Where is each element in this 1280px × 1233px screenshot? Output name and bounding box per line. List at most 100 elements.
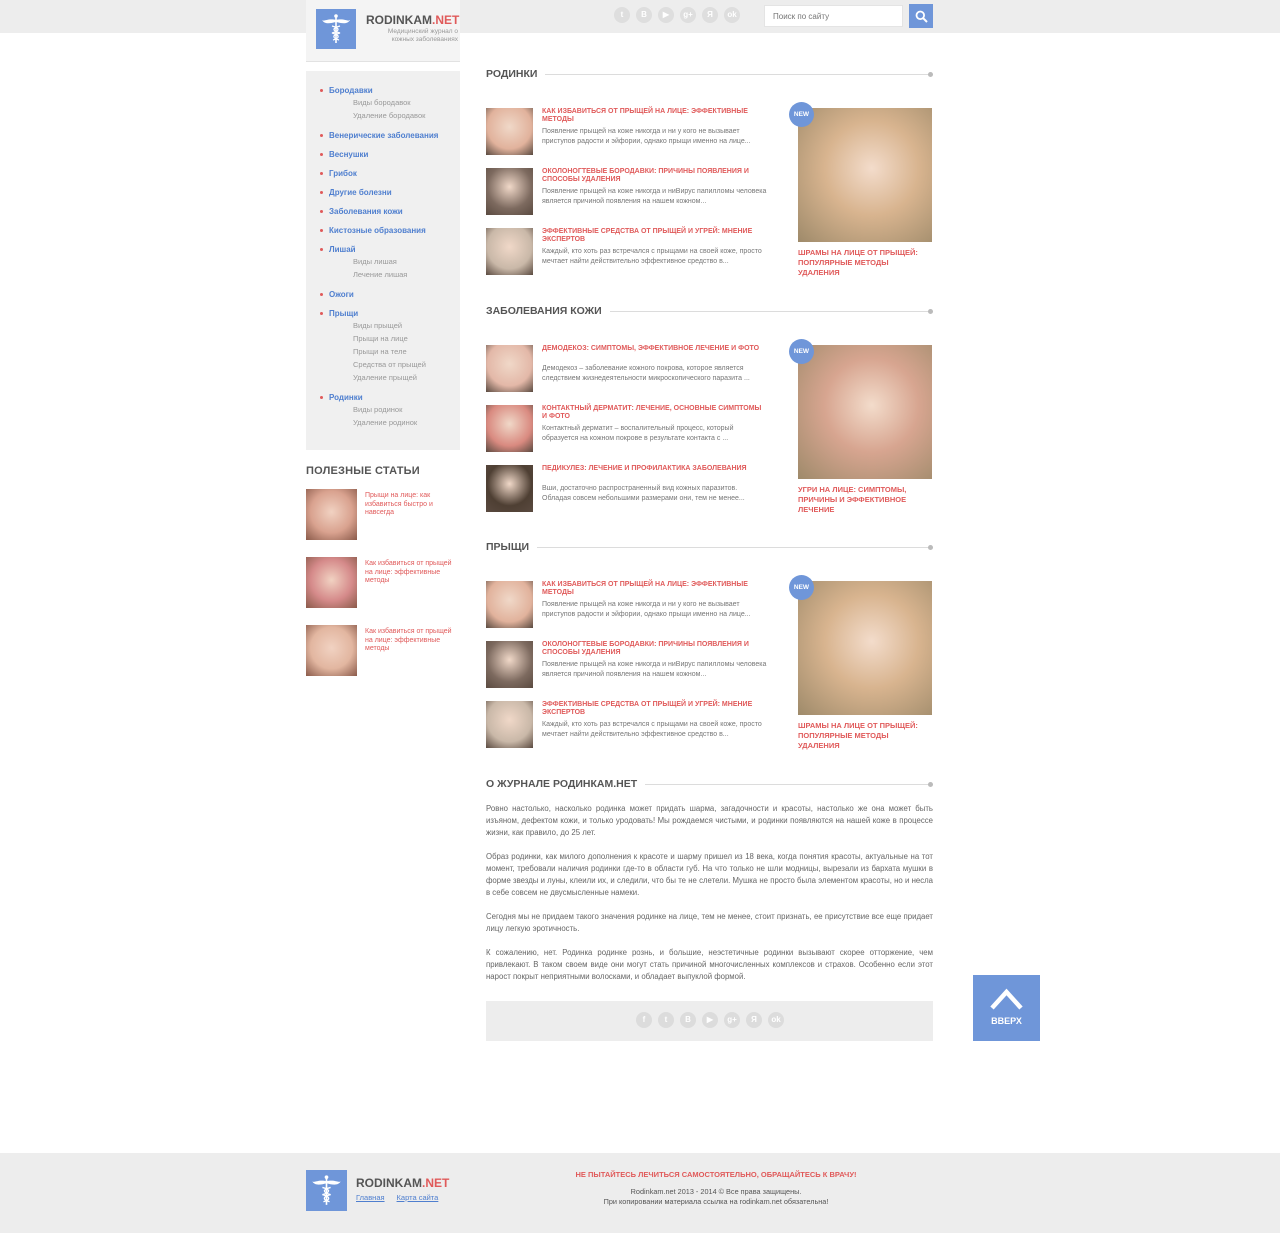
- useful-article[interactable]: Как избавиться от прыщей на лице: эффект…: [306, 557, 460, 609]
- twitter-icon[interactable]: t: [614, 7, 630, 23]
- article-thumbnail[interactable]: [486, 701, 533, 748]
- article-item[interactable]: Околоногтевые бородавки: причины появлен…: [486, 168, 766, 216]
- sidebar-subitem[interactable]: Средства от прыщей: [320, 358, 460, 371]
- sidebar-subitem[interactable]: Виды родинок: [320, 403, 460, 416]
- article-thumbnail[interactable]: [486, 465, 533, 512]
- sidebar-subitem[interactable]: Виды прыщей: [320, 319, 460, 332]
- useful-article[interactable]: Прыщи на лице: как избавиться быстро и н…: [306, 489, 460, 541]
- sidebar-item[interactable]: Заболевания кожи: [320, 207, 460, 217]
- sidebar-subitem[interactable]: Виды бородавок: [320, 96, 460, 109]
- sidebar-item[interactable]: Ожоги: [320, 290, 460, 300]
- sidebar-item[interactable]: Кистозные образования: [320, 226, 460, 236]
- scroll-to-top-button[interactable]: ВВЕРХ: [973, 975, 1040, 1041]
- article-item[interactable]: Демодекоз: симптомы, эффективное лечение…: [486, 345, 766, 393]
- odnoklassniki-icon[interactable]: ok: [724, 7, 740, 23]
- sidebar-subitem[interactable]: Виды лишая: [320, 255, 460, 268]
- article-item[interactable]: Педикулез: лечение и профилактика заболе…: [486, 465, 766, 513]
- yandex-icon[interactable]: Я: [746, 1012, 762, 1028]
- article-title-link[interactable]: Эффективные средства от прыщей и угрей: …: [542, 701, 768, 717]
- sidebar-item[interactable]: Прыщи: [320, 309, 460, 319]
- footer-copyright: Rodinkam.net 2013 - 2014 © Все права защ…: [630, 1187, 802, 1196]
- article-title-link[interactable]: Как избавиться от прыщей на лице: эффект…: [542, 581, 768, 597]
- sidebar-item[interactable]: Венерические заболевания: [320, 131, 460, 141]
- sidebar-subitem[interactable]: Лечение лишая: [320, 268, 460, 281]
- sidebar-subitem[interactable]: Удаление прыщей: [320, 371, 460, 384]
- article-thumbnail[interactable]: [306, 625, 357, 676]
- article-thumbnail[interactable]: [306, 557, 357, 608]
- sidebar-item[interactable]: Другие болезни: [320, 188, 460, 198]
- article-title-link[interactable]: Педикулез: лечение и профилактика заболе…: [542, 465, 768, 473]
- article-thumbnail[interactable]: [486, 405, 533, 452]
- google-plus-icon[interactable]: g+: [680, 7, 696, 23]
- sidebar-item[interactable]: Бородавки: [320, 86, 460, 96]
- section-title[interactable]: РОДИНКИ: [486, 68, 546, 80]
- search-input[interactable]: [764, 5, 903, 27]
- useful-article[interactable]: Как избавиться от прыщей на лице: эффект…: [306, 625, 460, 677]
- sidebar-item[interactable]: Родинки: [320, 393, 460, 403]
- sidebar-item[interactable]: Веснушки: [320, 150, 460, 160]
- article-excerpt: Появление прыщей на коже никогда и ни у …: [542, 601, 751, 618]
- footer-warning: Не пытайтесь лечиться самостоятельно, об…: [575, 1170, 857, 1179]
- logo-tld: .NET: [432, 13, 460, 27]
- sidebar-group: Венерические заболевания: [320, 131, 460, 141]
- article-item[interactable]: Околоногтевые бородавки: причины появлен…: [486, 641, 766, 689]
- sidebar-subitem[interactable]: Прыщи на лице: [320, 332, 460, 345]
- article-excerpt: Каждый, кто хоть раз встречался с прыщам…: [542, 721, 762, 738]
- article-thumbnail[interactable]: [486, 345, 533, 392]
- footer-logo-name[interactable]: RODINKAM.NET: [356, 1176, 449, 1190]
- vkontakte-icon[interactable]: B: [680, 1012, 696, 1028]
- article-excerpt: Каждый, кто хоть раз встречался с прыщам…: [542, 248, 762, 265]
- article-title-link[interactable]: Контактный дерматит: лечение, основные с…: [542, 405, 768, 421]
- article-title-link[interactable]: Демодекоз: симптомы, эффективное лечение…: [542, 345, 768, 353]
- yandex-icon[interactable]: Я: [702, 7, 718, 23]
- article-thumbnail[interactable]: [306, 489, 357, 540]
- article-thumbnail[interactable]: [486, 228, 533, 275]
- article-item[interactable]: Эффективные средства от прыщей и угрей: …: [486, 228, 766, 276]
- google-plus-icon[interactable]: g+: [724, 1012, 740, 1028]
- article-title-link[interactable]: Околоногтевые бородавки: причины появлен…: [542, 168, 768, 184]
- footer-link-home[interactable]: Главная: [356, 1193, 385, 1202]
- scroll-to-top-label: ВВЕРХ: [991, 1016, 1022, 1026]
- featured-image[interactable]: [798, 581, 932, 715]
- article-thumbnail[interactable]: [486, 168, 533, 215]
- sidebar-group: Родинки Виды родинок Удаление родинок: [320, 393, 460, 429]
- sidebar-item[interactable]: Лишай: [320, 245, 460, 255]
- section-title[interactable]: ЗАБОЛЕВАНИЯ КОЖИ: [486, 305, 610, 317]
- article-item[interactable]: Эффективные средства от прыщей и угрей: …: [486, 701, 766, 749]
- featured-image[interactable]: [798, 345, 932, 479]
- featured-image[interactable]: [798, 108, 932, 242]
- article-item[interactable]: Контактный дерматит: лечение, основные с…: [486, 405, 766, 453]
- article-title-link[interactable]: Околоногтевые бородавки: причины появлен…: [542, 641, 768, 657]
- search-button[interactable]: [909, 4, 933, 28]
- featured-title-link[interactable]: Угри на лице: симптомы, причины и эффект…: [798, 485, 928, 515]
- useful-article-link[interactable]: Как избавиться от прыщей на лице: эффект…: [365, 560, 455, 586]
- sidebar-subitem[interactable]: Удаление бородавок: [320, 109, 460, 122]
- share-icons: f t B ▶ g+ Яok: [636, 1012, 784, 1028]
- useful-articles-title: ПОЛЕЗНЫЕ СТАТЬИ: [306, 465, 420, 477]
- featured-title-link[interactable]: Шрамы на лице от прыщей: популярные мето…: [798, 721, 928, 751]
- site-logo[interactable]: RODINKAM.NET Медицинский журнал о кожных…: [306, 0, 460, 62]
- facebook-icon[interactable]: f: [636, 1012, 652, 1028]
- footer-link-sitemap[interactable]: Карта сайта: [397, 1193, 439, 1202]
- article-item[interactable]: Как избавиться от прыщей на лице: эффект…: [486, 581, 766, 629]
- sidebar-subitem[interactable]: Удаление родинок: [320, 416, 460, 429]
- section-title[interactable]: ПРЫЩИ: [486, 541, 538, 553]
- sidebar-group: Грибок: [320, 169, 460, 179]
- sidebar-item[interactable]: Грибок: [320, 169, 460, 179]
- twitter-icon[interactable]: t: [658, 1012, 674, 1028]
- useful-article-link[interactable]: Как избавиться от прыщей на лице: эффект…: [365, 628, 455, 654]
- article-title-link[interactable]: Эффективные средства от прыщей и угрей: …: [542, 228, 768, 244]
- article-thumbnail[interactable]: [486, 641, 533, 688]
- odnoklassniki-icon[interactable]: ok: [768, 1012, 784, 1028]
- article-thumbnail[interactable]: [486, 581, 533, 628]
- featured-title-link[interactable]: Шрамы на лице от прыщей: популярные мето…: [798, 248, 928, 278]
- footer-logo-text: RODINKAM: [356, 1176, 422, 1190]
- article-thumbnail[interactable]: [486, 108, 533, 155]
- sidebar-subitem[interactable]: Прыщи на теле: [320, 345, 460, 358]
- useful-article-link[interactable]: Прыщи на лице: как избавиться быстро и н…: [365, 492, 455, 518]
- vkontakte-icon[interactable]: B: [636, 7, 652, 23]
- youtube-icon[interactable]: ▶: [702, 1012, 718, 1028]
- article-title-link[interactable]: Как избавиться от прыщей на лице: эффект…: [542, 108, 768, 124]
- youtube-icon[interactable]: ▶: [658, 7, 674, 23]
- article-item[interactable]: Как избавиться от прыщей на лице: эффект…: [486, 108, 766, 156]
